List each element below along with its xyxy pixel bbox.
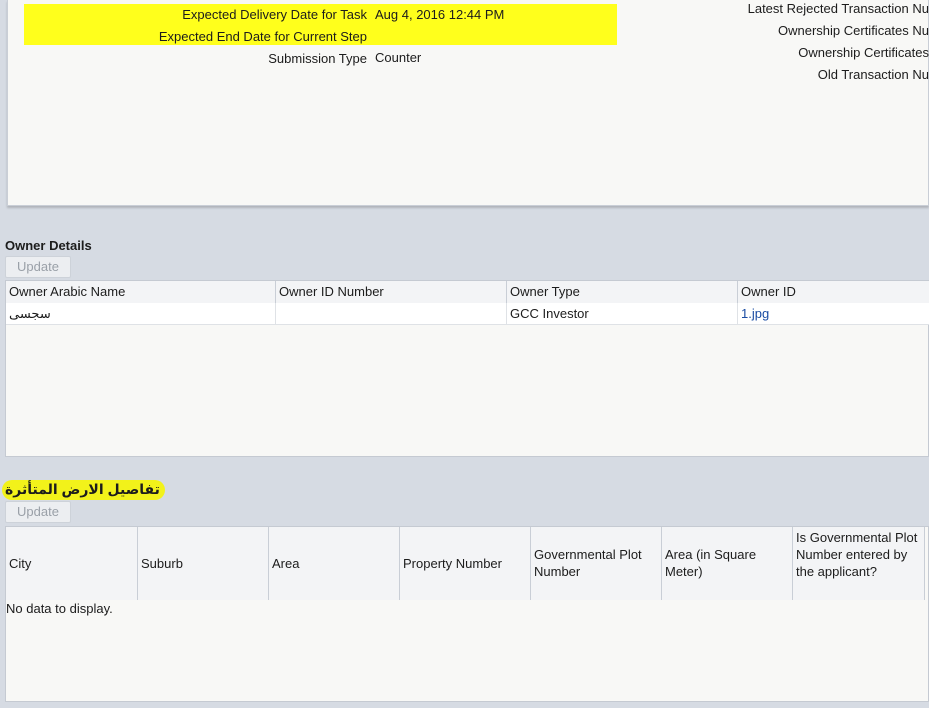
empty-table-message: No data to display. [6, 601, 113, 616]
old-transaction-number-label: Old Transaction Nu [817, 67, 929, 82]
expected-end-label: Expected End Date for Current Step [158, 29, 367, 44]
column-header-city[interactable]: City [6, 527, 138, 600]
land-details-title: تفاصيل الارض المتأثرة [2, 480, 165, 500]
column-header-property-number[interactable]: Property Number [400, 527, 531, 600]
owner-details-title: Owner Details [5, 238, 92, 253]
owner-arabic-name-cell: سجسى [6, 303, 276, 324]
column-header-owner-type[interactable]: Owner Type [507, 281, 738, 303]
land-details-table: City Suburb Area Property Number Governm… [5, 526, 929, 702]
column-header-area[interactable]: Area [269, 527, 400, 600]
ownership-certificates-number-label: Ownership Certificates Nu [778, 23, 929, 38]
land-update-button[interactable]: Update [5, 501, 71, 523]
expected-delivery-value: Aug 4, 2016 12:44 PM [375, 7, 505, 22]
owner-id-link[interactable]: 1.jpg [738, 303, 929, 324]
owner-update-button[interactable]: Update [5, 256, 71, 278]
column-header-owner-id-number[interactable]: Owner ID Number [276, 281, 507, 303]
submission-type-label: Submission Type [268, 51, 367, 66]
column-header-suburb[interactable]: Suburb [138, 527, 269, 600]
submission-type-value: Counter [375, 50, 422, 65]
column-header-governmental-plot-entered[interactable]: Is Governmental Plot Number entered by t… [793, 527, 925, 600]
column-header-area-square-meter[interactable]: Area (in Square Meter) [662, 527, 793, 600]
land-details-title-text: تفاصيل الارض المتأثرة [2, 480, 165, 500]
ownership-certificates-label: Ownership Certificates [798, 45, 929, 60]
expected-delivery-label: Expected Delivery Date for Task [182, 7, 367, 22]
owner-type-cell: GCC Investor [507, 303, 738, 324]
column-header-owner-arabic-name[interactable]: Owner Arabic Name [6, 281, 276, 303]
latest-rejected-transaction-label: Latest Rejected Transaction Nu [747, 1, 929, 16]
column-header-owner-id[interactable]: Owner ID [738, 281, 929, 303]
owner-details-table: Owner Arabic Name Owner ID Number Owner … [5, 280, 929, 457]
column-header-governmental-plot-number[interactable]: Governmental Plot Number [531, 527, 662, 600]
owner-id-number-cell [276, 303, 507, 324]
